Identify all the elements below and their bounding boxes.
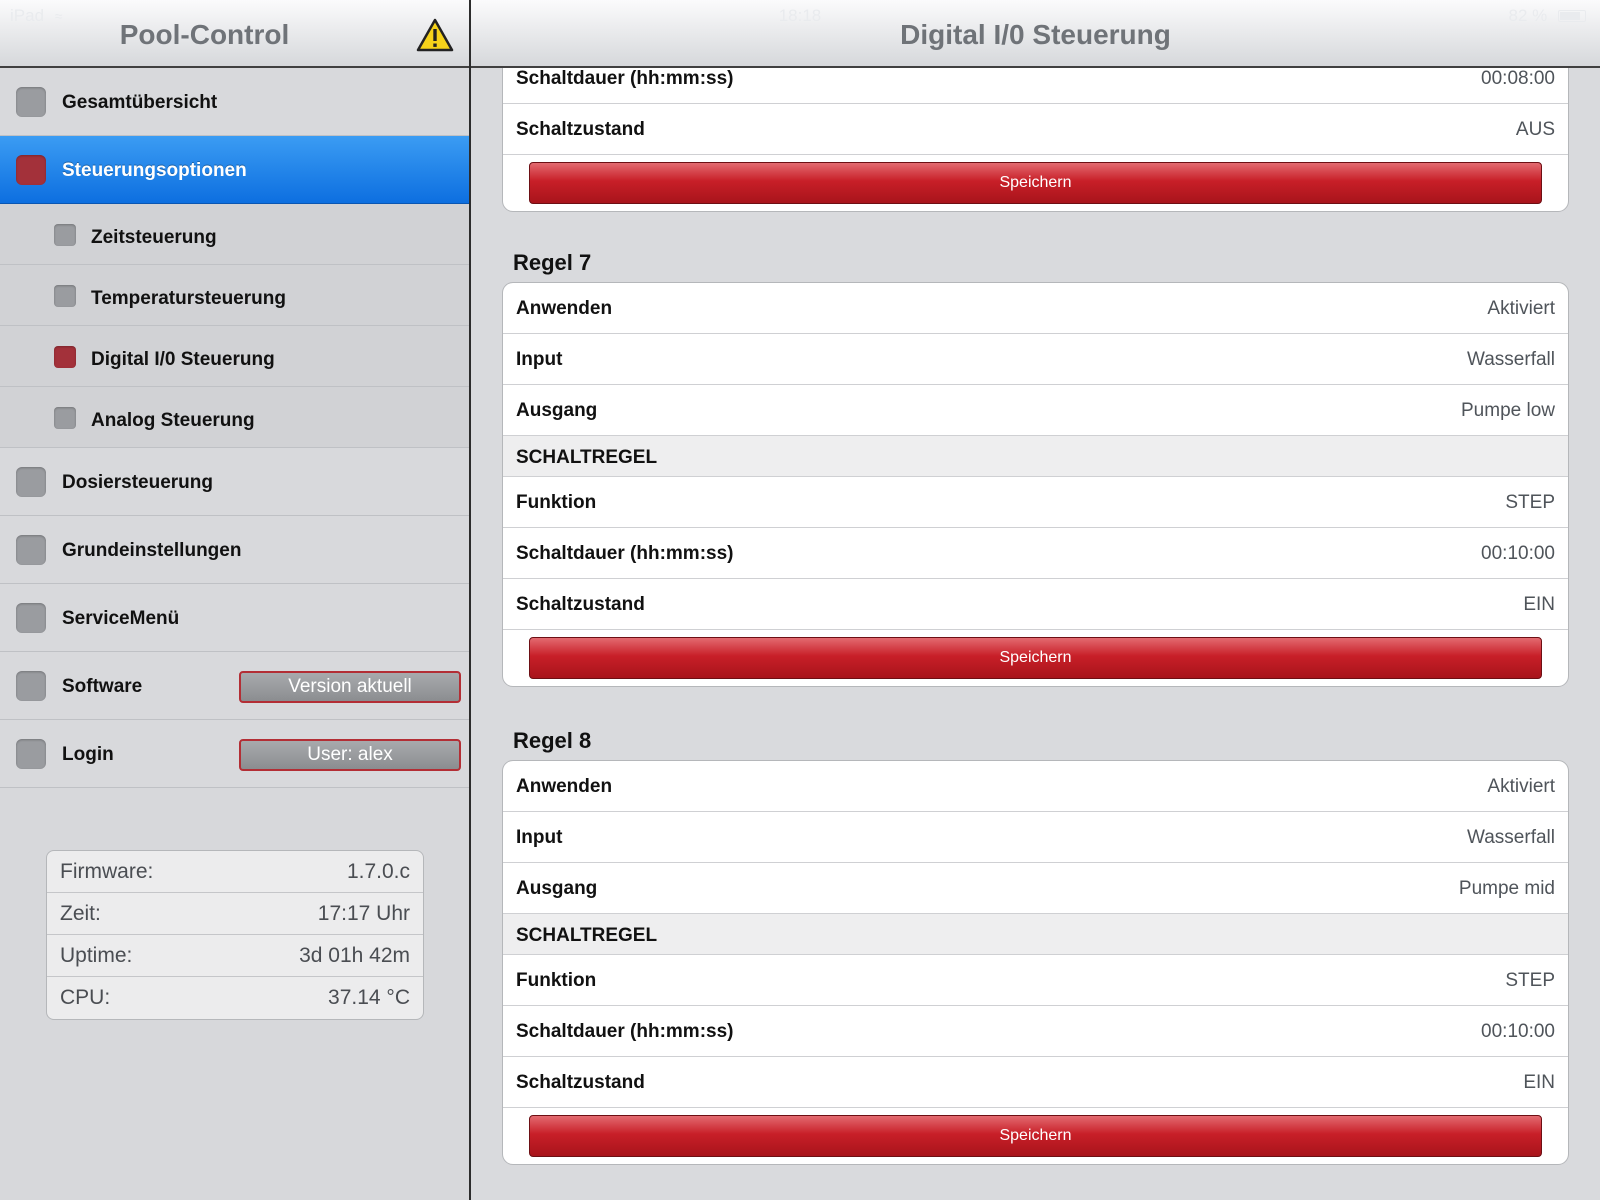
status-indicator-icon (54, 346, 76, 368)
sidebar-item-temperatursteuerung[interactable]: Temperatursteuerung (0, 265, 469, 326)
table-row[interactable]: Schaltzustand EIN (503, 579, 1568, 630)
status-time: 18:18 (778, 6, 822, 25)
rule-card-8: Anwenden Aktiviert Input Wasserfall Ausg… (502, 760, 1569, 1165)
sidebar-item-login[interactable]: Login User: alex (0, 720, 469, 788)
table-row[interactable]: Schaltdauer (hh:mm:ss) 00:10:00 (503, 1006, 1568, 1057)
table-row[interactable]: Input Wasserfall (503, 334, 1568, 385)
status-indicator-icon (54, 285, 76, 307)
sidebar-item-digital-io-steuerung[interactable]: Digital I/0 Steuerung (0, 326, 469, 387)
sidebar-item-gesamtuebersicht[interactable]: Gesamtübersicht (0, 68, 469, 136)
status-indicator-icon (16, 603, 46, 633)
status-bar: iPad ≈ 18:18 82 % (0, 0, 1600, 32)
status-indicator-icon (16, 671, 46, 701)
table-row[interactable]: Schaltzustand EIN (503, 1057, 1568, 1108)
info-row-cpu: CPU: 37.14 °C (60, 986, 410, 1009)
system-info-box: Firmware: 1.7.0.c Zeit: 17:17 Uhr Uptime… (46, 850, 424, 1020)
status-indicator-icon (16, 467, 46, 497)
sidebar-item-analog-steuerung[interactable]: Analog Steuerung (0, 387, 469, 448)
main-content[interactable]: Schaltdauer (hh:mm:ss) 00:08:00 Schaltzu… (471, 68, 1600, 1200)
status-indicator-icon (16, 155, 46, 185)
table-row[interactable]: Schaltdauer (hh:mm:ss) 00:08:00 (503, 68, 1568, 104)
info-row-zeit: Zeit: 17:17 Uhr (47, 893, 423, 935)
info-row-firmware: Firmware: 1.7.0.c (47, 851, 423, 893)
status-indicator-icon (16, 739, 46, 769)
status-indicator-icon (16, 87, 46, 117)
sidebar-item-label: Login (62, 744, 114, 765)
sidebar-item-label: Temperatursteuerung (91, 288, 286, 309)
rule-card-7: Anwenden Aktiviert Input Wasserfall Ausg… (502, 282, 1569, 687)
sidebar: Gesamtübersicht Steuerungsoptionen Zeits… (0, 68, 469, 1200)
info-row-uptime: Uptime: 3d 01h 42m (47, 935, 423, 977)
status-indicator-icon (16, 535, 46, 565)
sidebar-item-steuerungsoptionen[interactable]: Steuerungsoptionen (0, 136, 469, 204)
table-row[interactable]: Ausgang Pumpe mid (503, 863, 1568, 914)
save-button[interactable]: Speichern (529, 1115, 1542, 1157)
table-row[interactable]: Anwenden Aktiviert (503, 761, 1568, 812)
status-indicator-icon (54, 407, 76, 429)
sidebar-item-label: ServiceMenü (62, 608, 180, 629)
status-indicator-icon (54, 224, 76, 246)
rule-title: Regel 8 (513, 728, 592, 753)
split-divider (469, 0, 471, 1200)
save-button[interactable]: Speichern (529, 162, 1542, 204)
sidebar-item-label: Steuerungsoptionen (62, 160, 247, 181)
sidebar-item-label: Digital I/0 Steuerung (91, 349, 275, 370)
rule-title: Regel 7 (513, 250, 592, 275)
table-row[interactable]: Ausgang Pumpe low (503, 385, 1568, 436)
battery-icon (1558, 10, 1586, 22)
sidebar-item-label: Dosiersteuerung (62, 472, 213, 493)
table-row[interactable]: Funktion STEP (503, 477, 1568, 528)
table-row[interactable]: Funktion STEP (503, 955, 1568, 1006)
sidebar-item-zeitsteuerung[interactable]: Zeitsteuerung (0, 204, 469, 265)
sidebar-item-label: Grundeinstellungen (62, 540, 242, 561)
sidebar-item-grundeinstellungen[interactable]: Grundeinstellungen (0, 516, 469, 584)
table-row[interactable]: Schaltzustand AUS (503, 104, 1568, 155)
user-badge[interactable]: User: alex (239, 739, 461, 771)
section-header: SCHALTREGEL (503, 436, 1568, 477)
table-row[interactable]: Schaltdauer (hh:mm:ss) 00:10:00 (503, 528, 1568, 579)
battery-percent: 82 % (1508, 6, 1548, 25)
table-row[interactable]: Input Wasserfall (503, 812, 1568, 863)
sidebar-item-label: Software (62, 676, 143, 697)
rule-card-partial: Schaltdauer (hh:mm:ss) 00:08:00 Schaltzu… (502, 68, 1569, 212)
sidebar-item-label: Gesamtübersicht (62, 92, 218, 113)
sidebar-item-label: Analog Steuerung (91, 410, 255, 431)
sidebar-item-software[interactable]: Software Version aktuell (0, 652, 469, 720)
sidebar-item-label: Zeitsteuerung (91, 227, 217, 248)
version-status-badge[interactable]: Version aktuell (239, 671, 461, 703)
sidebar-item-servicemenue[interactable]: ServiceMenü (0, 584, 469, 652)
section-header: SCHALTREGEL (503, 914, 1568, 955)
save-button[interactable]: Speichern (529, 637, 1542, 679)
table-row[interactable]: Anwenden Aktiviert (503, 283, 1568, 334)
sidebar-item-dosiersteuerung[interactable]: Dosiersteuerung (0, 448, 469, 516)
